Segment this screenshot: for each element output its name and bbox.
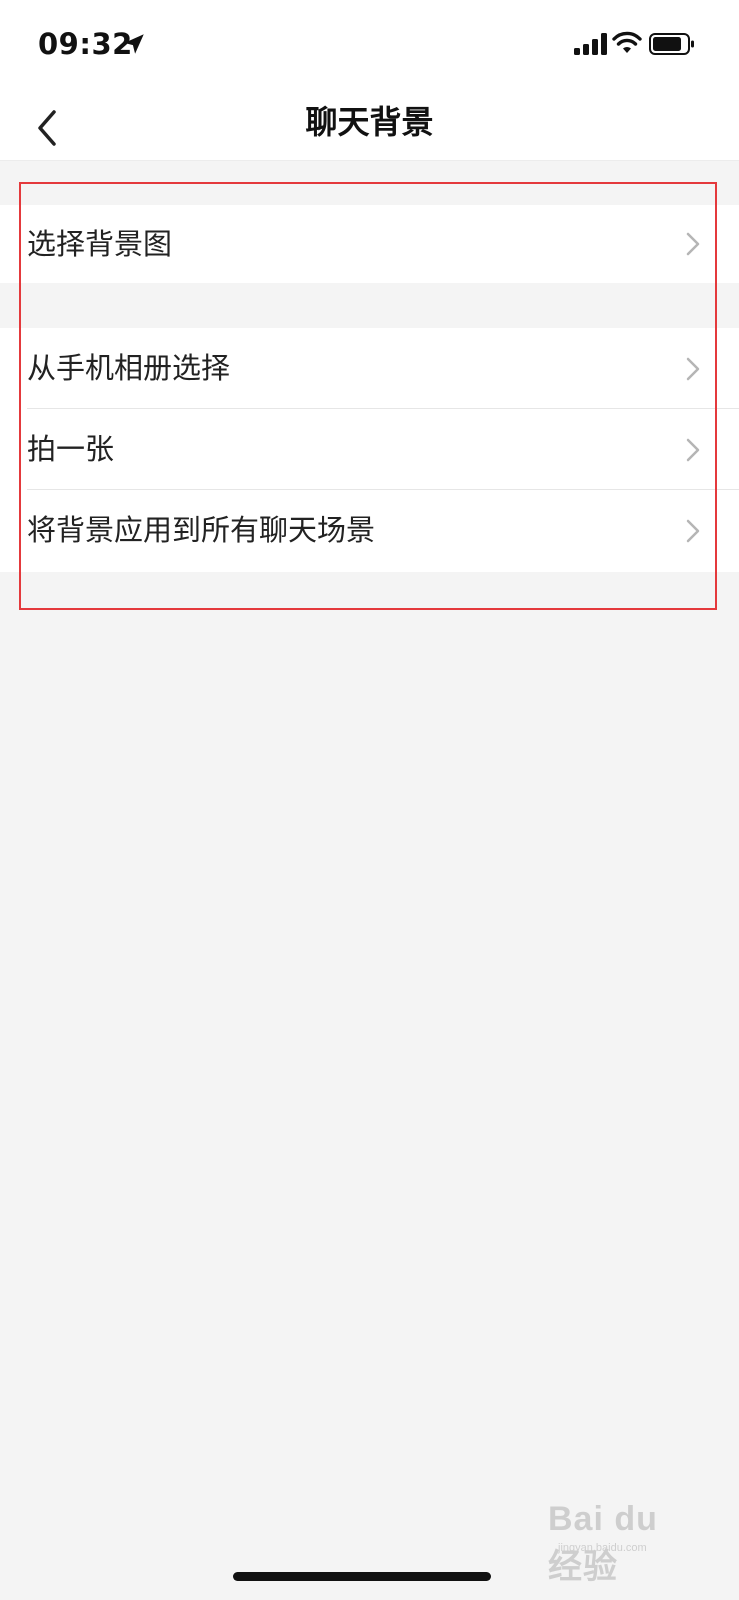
page-title: 聊天背景 [305,103,434,141]
choose-from-album-item[interactable]: 从手机相册选择 [0,328,739,409]
chevron-right-icon [686,357,700,380]
row-label: 拍一张 [27,432,115,466]
settings-group-photo-source: 从手机相册选择 拍一张 将背景应用到所有聊天场景 [0,328,739,572]
row-label: 将背景应用到所有聊天场景 [27,513,376,547]
row-label: 选择背景图 [27,227,173,261]
location-arrow-icon [124,34,144,54]
home-indicator [233,1572,491,1581]
select-background-image-item[interactable]: 选择背景图 [0,205,739,283]
apply-to-all-chats-item[interactable]: 将背景应用到所有聊天场景 [0,490,739,571]
battery-icon [649,33,694,55]
status-bar: 09:32 [0,0,739,88]
wifi-icon [612,31,642,53]
watermark-url: jingyan.baidu.com [558,1542,647,1554]
chevron-right-icon [686,438,700,461]
watermark: Bai du 经验 jingyan.baidu.com [548,1490,698,1586]
row-label: 从手机相册选择 [27,351,231,385]
take-photo-item[interactable]: 拍一张 [0,409,739,490]
chevron-right-icon [686,519,700,542]
status-time: 09:32 [38,27,133,61]
chevron-right-icon [686,232,700,256]
cellular-signal-icon [574,33,607,55]
navigation-bar: 聊天背景 [0,88,739,161]
settings-group-background-image: 选择背景图 [0,205,739,283]
